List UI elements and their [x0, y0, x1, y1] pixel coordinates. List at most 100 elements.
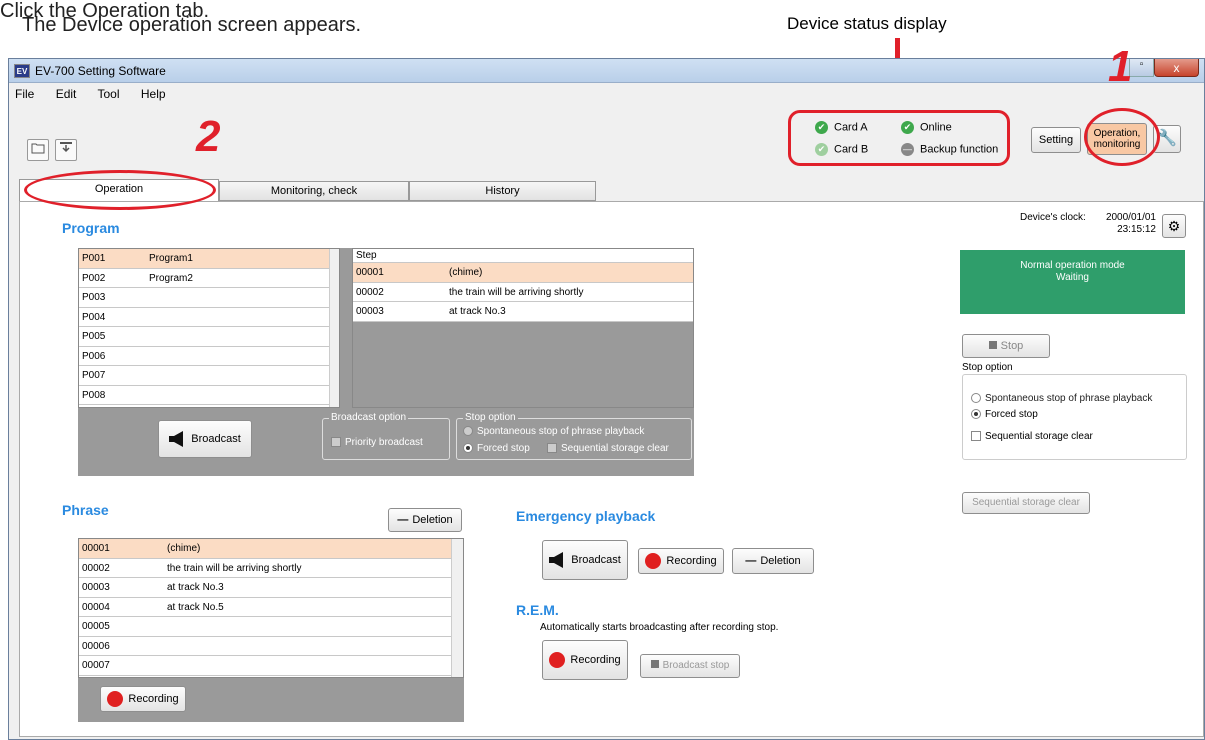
speaker-icon: [169, 431, 184, 448]
program-list[interactable]: P001 Program1 P002 Program2 P003 P004 P005 P006…: [78, 248, 340, 408]
phrase-row[interactable]: 00003 at track No.3: [79, 578, 463, 598]
program-stop-option-group: Stop option Spontaneous stop of phrase p…: [456, 412, 692, 460]
minus-icon: —: [397, 514, 409, 526]
step-row-text: at track No.3: [449, 306, 506, 317]
step-row-text: the train will be arriving shortly: [449, 286, 584, 298]
menu-file[interactable]: File: [15, 87, 34, 101]
phrase-row[interactable]: 00004 at track No.5: [79, 598, 463, 617]
program-spontaneous-radio[interactable]: Spontaneous stop of phrase playback: [463, 426, 644, 437]
program-row-id: P007: [82, 370, 106, 381]
forced-stop-radio[interactable]: Forced stop: [971, 409, 1038, 420]
phrase-row-id: 00004: [82, 601, 110, 613]
wrench-icon: 🔧: [1157, 130, 1177, 147]
status-highlight-box: [788, 110, 1010, 166]
device-clock-date: 2000/01/01: [1105, 212, 1156, 223]
program-row-id: P004: [82, 311, 106, 323]
download-icon: [60, 142, 72, 153]
program-row-id: P008: [82, 389, 106, 401]
phrase-row-text: (chime): [167, 543, 201, 554]
phrase-row[interactable]: 00001 (chime): [79, 539, 463, 559]
program-sequential-checkbox[interactable]: Sequential storage clear: [547, 443, 669, 454]
operation-tab-highlight-ellipse: [24, 170, 216, 210]
setting-mode-button[interactable]: Setting: [1031, 127, 1081, 153]
step-row[interactable]: 00003 at track No.3: [353, 302, 693, 322]
program-broadcast-button[interactable]: Broadcast: [158, 420, 252, 458]
menu-help[interactable]: Help: [141, 87, 166, 101]
program-row[interactable]: P008: [79, 386, 339, 405]
tab-monitoring[interactable]: Monitoring, check: [219, 181, 409, 201]
stop-icon: [650, 660, 659, 668]
phrase-row[interactable]: 00005: [79, 617, 463, 637]
menu-tool[interactable]: Tool: [98, 87, 120, 101]
stop-icon: [988, 341, 997, 349]
phrase-row-id: 00002: [82, 562, 110, 574]
speaker-icon: [549, 552, 564, 569]
program-row-id: P005: [82, 331, 106, 342]
phrase-deletion-button[interactable]: — Deletion: [388, 508, 462, 532]
phrase-row[interactable]: 00006: [79, 637, 463, 656]
program-row[interactable]: P002 Program2: [79, 269, 339, 288]
rem-broadcast-stop-button[interactable]: Broadcast stop: [640, 654, 740, 678]
program-row[interactable]: P006: [79, 347, 339, 366]
menu-bar: File Edit Tool Help: [15, 87, 184, 101]
clock-settings-button[interactable]: ⚙: [1162, 214, 1186, 238]
step-row-text: (chime): [449, 267, 483, 278]
phrase-row-text: at track No.5: [167, 601, 224, 613]
phrase-scrollbar[interactable]: [451, 539, 463, 677]
open-file-button[interactable]: [27, 139, 49, 161]
menu-edit[interactable]: Edit: [56, 87, 77, 101]
maximize-button[interactable]: ▫: [1129, 59, 1154, 77]
step-number-1: 1: [1108, 42, 1133, 91]
emergency-broadcast-button[interactable]: Broadcast: [542, 540, 628, 580]
status-caption: Device status display: [787, 14, 947, 33]
program-row[interactable]: P003: [79, 288, 339, 308]
phrase-row-id: 00001: [82, 543, 110, 554]
program-row[interactable]: P004: [79, 308, 339, 327]
emergency-deletion-button[interactable]: — Deletion: [732, 548, 814, 574]
rem-title: R.E.M.: [516, 602, 559, 618]
program-row-text: Program1: [149, 253, 193, 264]
phrase-row-id: 00007: [82, 660, 110, 671]
phrase-row-text: the train will be arriving shortly: [167, 562, 302, 574]
rem-recording-button[interactable]: Recording: [542, 640, 628, 680]
program-forced-radio[interactable]: Forced stop: [463, 443, 530, 454]
phrase-recording-button[interactable]: Recording: [100, 686, 186, 712]
sequential-clear-checkbox[interactable]: Sequential storage clear: [971, 431, 1093, 442]
program-row[interactable]: P007: [79, 366, 339, 386]
step-list: Step 00001 (chime) 00002 the train will be …: [352, 248, 694, 408]
tab-history[interactable]: History: [409, 181, 596, 201]
program-row-id: P003: [82, 292, 106, 303]
phrase-row-id: 00006: [82, 640, 110, 652]
program-scrollbar[interactable]: [329, 249, 339, 407]
app-logo-icon: EV: [14, 64, 30, 78]
step-row[interactable]: 00001 (chime): [353, 263, 693, 283]
download-button[interactable]: [55, 139, 77, 161]
app-window: EV EV-700 Setting Software ▫ x File Edit…: [8, 58, 1205, 740]
step-row[interactable]: 00002 the train will be arriving shortly: [353, 283, 693, 302]
program-row-text: Program2: [149, 272, 193, 284]
gear-icon: ⚙: [1167, 218, 1181, 234]
window-title: EV-700 Setting Software: [35, 64, 166, 78]
mode-status-panel: Normal operation mode Waiting: [960, 250, 1185, 314]
close-button[interactable]: x: [1154, 59, 1199, 77]
program-row[interactable]: P005: [79, 327, 339, 347]
sequential-clear-button[interactable]: Sequential storage clear: [962, 492, 1090, 514]
phrase-list[interactable]: 00001 (chime) 00002 the train will be arriv…: [78, 538, 464, 678]
operation-highlight-ellipse: [1084, 108, 1160, 166]
phrase-row-text: at track No.3: [167, 582, 224, 593]
folder-icon: [31, 143, 45, 154]
spontaneous-radio[interactable]: Spontaneous stop of phrase playback: [971, 393, 1152, 404]
operation-panel: Program P001 Program1 P002 Program2 P003 P004…: [19, 201, 1204, 737]
title-bar: EV EV-700 Setting Software ▫ x: [9, 59, 1204, 83]
phrase-row[interactable]: 00007: [79, 656, 463, 676]
stop-button[interactable]: Stop: [962, 334, 1050, 358]
program-title: Program: [62, 220, 120, 236]
program-row[interactable]: P001 Program1: [79, 249, 339, 269]
phrase-row[interactable]: 00002 the train will be arriving shortly: [79, 559, 463, 578]
emergency-recording-button[interactable]: Recording: [638, 548, 724, 574]
program-row-id: P001: [82, 253, 106, 264]
device-clock-time: 23:15:12: [1117, 224, 1156, 235]
priority-broadcast-checkbox[interactable]: Priority broadcast: [331, 437, 423, 448]
stop-option-group: Spontaneous stop of phrase playback Forc…: [962, 374, 1187, 460]
minus-icon: —: [745, 555, 757, 567]
